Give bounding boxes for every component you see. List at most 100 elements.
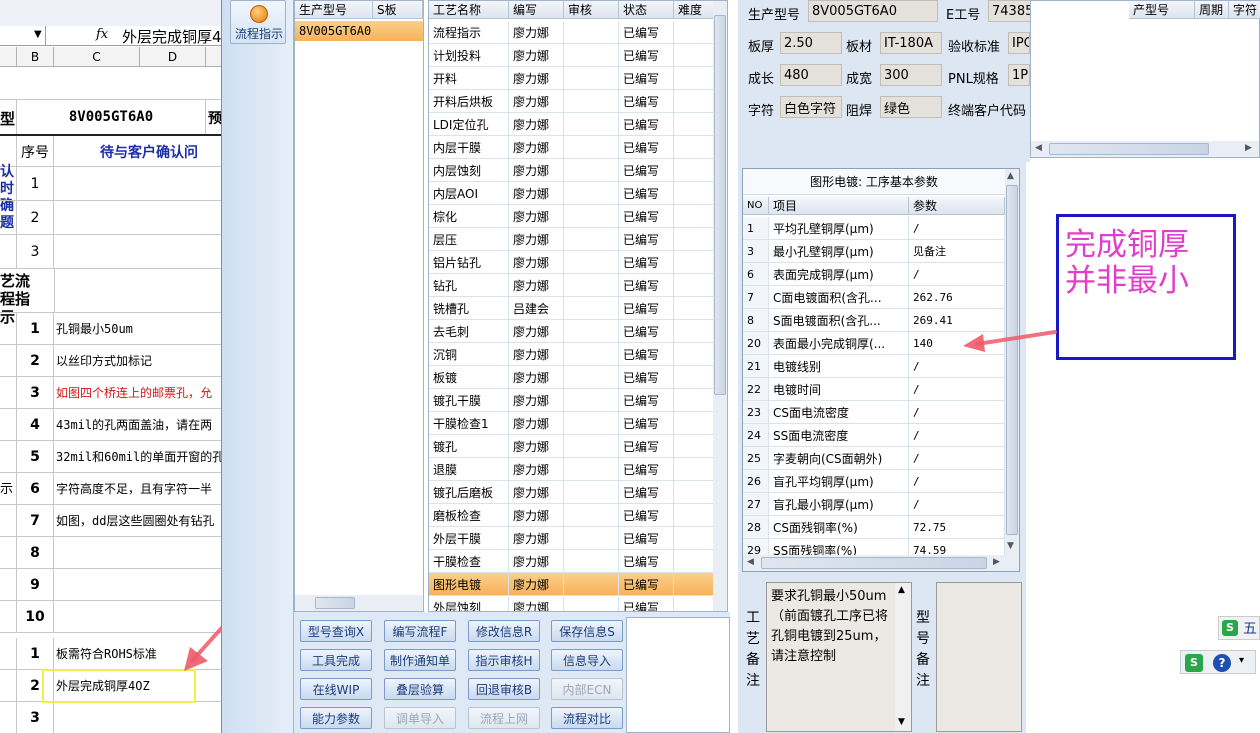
mini-col-cycle[interactable]: 周期 [1195,1,1229,19]
action-button[interactable]: 型号查询X [300,620,372,642]
seq-cell[interactable]: 4 [16,409,54,440]
note-cell[interactable]: 孔铜最小50um [54,313,221,344]
process-row[interactable]: 开料后烘板 廖力娜 已编写 [429,90,715,113]
action-button[interactable]: 保存信息S [551,620,623,642]
scroll-left-icon[interactable]: ◀ [1035,143,1042,153]
params-vscroll-thumb[interactable] [1006,185,1018,535]
param-row[interactable]: 23 CS面电流密度 / [743,401,1005,424]
param-row[interactable]: 7 C面电镀面积(含孔... 262.76 [743,286,1005,309]
seq-cell[interactable]: 2 [16,201,54,234]
note-cell[interactable]: 32mil和60mil的单面开窗的孔 [54,441,221,472]
params-hscroll[interactable]: ◀ ▶ [743,555,1019,571]
material-field[interactable]: IT-180A [880,32,942,54]
param-row[interactable]: 3 最小孔壁铜厚(μm) 见备注 [743,240,1005,263]
part-number-cell[interactable]: 8V005GT6A0 [16,100,206,134]
process-row[interactable]: 内层蚀刻 廖力娜 已编写 [429,159,715,182]
seq-cell[interactable]: 5 [16,441,54,472]
process-remarks-box[interactable]: 要求孔铜最小50um（前面镀孔工序已将孔铜电镀到25um，请注意控制 ▲ ▼ [766,582,912,732]
col-process-name[interactable]: 工艺名称 [429,1,509,19]
seq-cell[interactable]: 7 [16,505,54,536]
action-button[interactable]: 回退审核B [468,678,540,700]
hscroll-thumb[interactable] [315,597,355,609]
param-row[interactable]: 26 盲孔平均铜厚(μm) / [743,470,1005,493]
width-field[interactable]: 300 [880,64,942,86]
flow-guide-button[interactable]: 流程指示 [230,0,286,44]
process-row[interactable]: 沉铜 廖力娜 已编写 [429,343,715,366]
ime-tray[interactable]: S 五 [1218,616,1260,640]
model-field[interactable]: 8V005GT6A0 [808,0,938,22]
hscroll-right-icon[interactable]: ▶ [993,557,1000,567]
param-row[interactable]: 28 CS面残铜率(%) 72.75 [743,516,1005,539]
note-cell[interactable]: 如图四个桥连上的邮票孔，允 [54,377,221,408]
note-cell[interactable]: 字符高度不足，且有字符一半 [54,473,221,504]
process-row[interactable]: 去毛刺 廖力娜 已编写 [429,320,715,343]
action-button[interactable]: 工具完成 [300,649,372,671]
process-row[interactable]: 镀孔后磨板 廖力娜 已编写 [429,481,715,504]
col-c[interactable]: C [54,47,140,67]
action-button[interactable]: 内部ECN [551,678,623,700]
seq-cell[interactable]: 10 [16,601,54,632]
action-button[interactable]: 制作通知单 [384,649,456,671]
action-button[interactable]: 指示审核H [468,649,540,671]
process-row[interactable]: LDI定位孔 廖力娜 已编写 [429,113,715,136]
col-s-board[interactable]: S板 [373,1,423,19]
seq-cell[interactable]: 3 [16,377,54,408]
process-row[interactable]: 铝片钻孔 廖力娜 已编写 [429,251,715,274]
solder-mask-field[interactable]: 绿色 [880,96,942,118]
action-button[interactable]: 流程上网 [468,707,540,729]
action-button[interactable]: 编写流程F [384,620,456,642]
col-writer[interactable]: 编写 [509,1,564,19]
params-vscroll[interactable]: ▲ ▼ [1005,169,1019,555]
action-button[interactable]: 修改信息R [468,620,540,642]
param-row[interactable]: 24 SS面电流密度 / [743,424,1005,447]
col-d[interactable]: D [140,47,206,67]
model-list-hscroll[interactable] [295,595,423,611]
params-hscroll-thumb[interactable] [761,557,987,569]
seq-cell[interactable]: 6 [16,473,54,504]
process-row[interactable]: 内层干膜 廖力娜 已编写 [429,136,715,159]
thickness-field[interactable]: 2.50 [780,32,842,54]
seq-cell[interactable]: 3 [16,235,54,268]
process-row[interactable]: 计划投料 廖力娜 已编写 [429,44,715,67]
process-row[interactable]: 棕化 廖力娜 已编写 [429,205,715,228]
length-field[interactable]: 480 [780,64,842,86]
vscroll-thumb[interactable] [714,15,726,395]
model-remarks-box[interactable] [936,582,1022,732]
hscroll-left-icon[interactable]: ◀ [747,557,754,567]
pnl-field[interactable]: 1P+ [1008,64,1030,86]
help-icon[interactable]: ? [1213,654,1231,672]
param-row[interactable]: 25 字麦朝向(CS面朝外) / [743,447,1005,470]
sogou-tray-icon[interactable]: S [1185,654,1203,672]
process-row[interactable]: 板镀 廖力娜 已编写 [429,366,715,389]
mini-hscroll-thumb[interactable] [1049,143,1209,155]
scroll-up-icon[interactable]: ▲ [1007,171,1014,181]
mini-col-model[interactable]: 产型号 [1129,1,1195,19]
remarks-down-icon[interactable]: ▼ [898,717,905,727]
col-status[interactable]: 状态 [619,1,674,19]
process-row[interactable]: 镀孔干膜 廖力娜 已编写 [429,389,715,412]
remarks-vscroll[interactable]: ▲ ▼ [895,583,911,731]
seq-cell[interactable]: 1 [16,313,54,344]
col-b[interactable]: B [16,47,54,67]
mini-col-char[interactable]: 字符 [1229,1,1260,19]
action-button[interactable]: 在线WIP [300,678,372,700]
scroll-down-icon[interactable]: ▼ [1007,541,1014,551]
mini-hscroll[interactable]: ◀ ▶ [1031,141,1259,157]
seq-cell[interactable]: 3 [16,702,54,733]
process-row[interactable]: 磨板检查 廖力娜 已编写 [429,504,715,527]
param-row[interactable]: 27 盲孔最小铜厚(μm) / [743,493,1005,516]
process-row[interactable]: 层压 廖力娜 已编写 [429,228,715,251]
col-no[interactable]: NO [743,197,769,215]
action-button[interactable]: 叠层验算 [384,678,456,700]
col-param[interactable]: 参数 [909,197,1005,215]
action-button[interactable]: 能力参数 [300,707,372,729]
col-item[interactable]: 项目 [769,197,909,215]
character-field[interactable]: 白色字符 [780,96,842,118]
dropdown-arrow-icon[interactable]: ▼ [34,29,42,40]
seq-cell[interactable]: 1 [16,638,54,669]
process-row[interactable]: 钻孔 廖力娜 已编写 [429,274,715,297]
process-vscroll[interactable] [713,1,727,611]
model-list-item[interactable]: 8V005GT6A0 [295,21,423,41]
process-row[interactable]: 流程指示 廖力娜 已编写 [429,21,715,44]
seq-cell[interactable]: 9 [16,569,54,600]
